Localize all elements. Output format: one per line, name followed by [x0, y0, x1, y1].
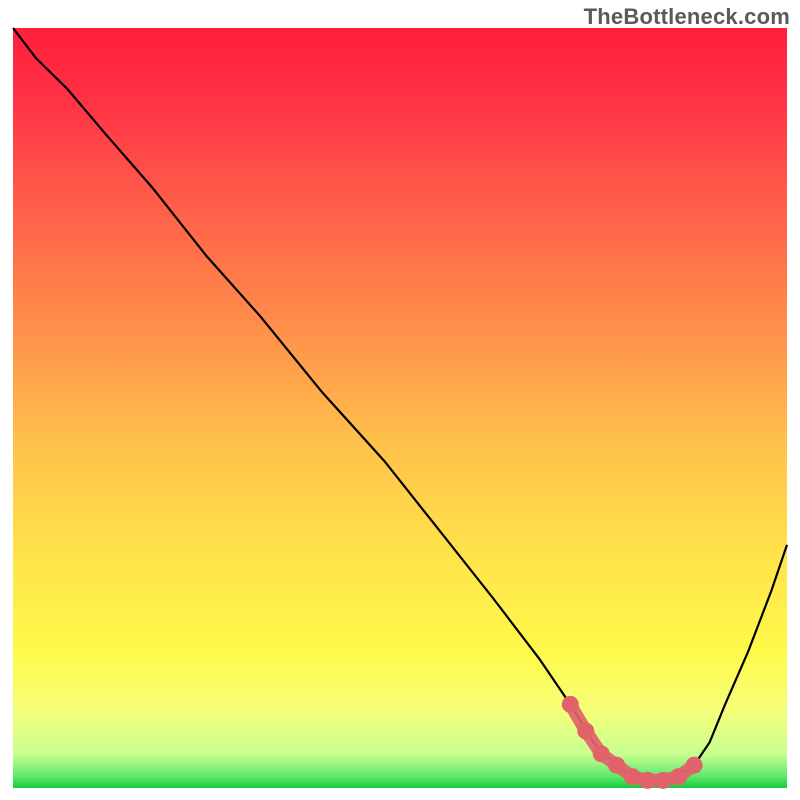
chart-container: TheBottleneck.com: [0, 0, 800, 800]
plot-area: [13, 28, 787, 788]
bottleneck-chart: [0, 0, 800, 800]
watermark-text: TheBottleneck.com: [584, 4, 790, 30]
